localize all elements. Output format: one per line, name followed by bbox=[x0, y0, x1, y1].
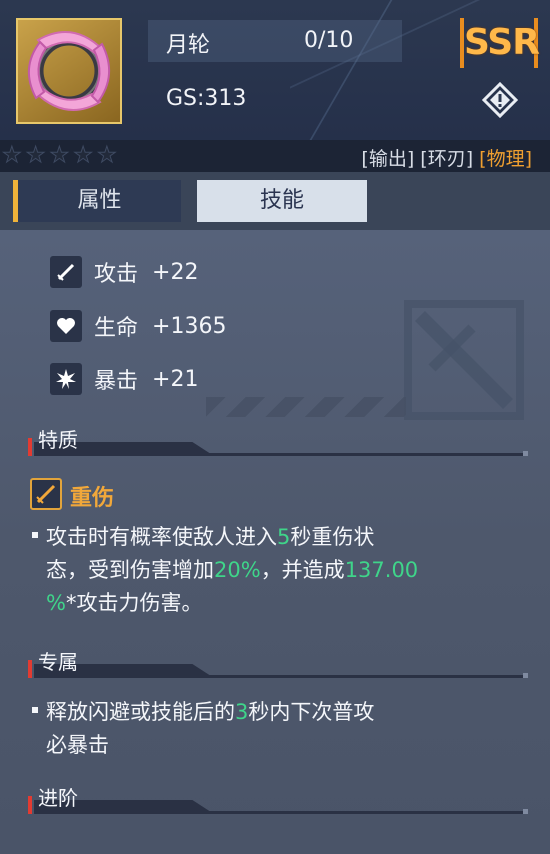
rarity-badge: SSR bbox=[460, 18, 540, 68]
info-diamond-icon[interactable] bbox=[481, 81, 519, 119]
stat-row-hp: 生命 +1365 bbox=[50, 309, 226, 343]
stat-label: 生命 bbox=[94, 316, 139, 341]
ring-blade-icon bbox=[28, 31, 111, 111]
item-tags: [输出] [环刃] [物理] bbox=[361, 144, 532, 171]
stat-label: 暴击 bbox=[94, 369, 139, 394]
trait-description: 攻击时有概率使敌人进入5秒重伤状 态，受到伤害增加20%，并造成137.00 %… bbox=[32, 521, 512, 620]
stat-row-attack: 攻击 +22 bbox=[50, 255, 198, 289]
stat-row-crit: 暴击 +21 bbox=[50, 362, 198, 396]
section-title: 特质 bbox=[38, 428, 78, 452]
star-icon: ★ bbox=[96, 143, 117, 169]
trait-name: 重伤 bbox=[70, 486, 115, 511]
tab-attributes[interactable]: 属性 bbox=[13, 180, 181, 222]
star-icon: ★ bbox=[25, 143, 46, 169]
stat-value: +1365 bbox=[152, 313, 227, 339]
section-header-advance: 进阶 bbox=[28, 786, 528, 814]
tag-physical: [物理] bbox=[479, 148, 532, 170]
stripe-decoration bbox=[206, 397, 406, 417]
sword-emblem-watermark bbox=[404, 300, 524, 420]
stat-value: +22 bbox=[152, 259, 199, 285]
exclusive-description: 释放闪避或技能后的3秒内下次普攻 必暴击 bbox=[32, 696, 512, 762]
section-title: 专属 bbox=[38, 650, 78, 674]
tag-output: [输出] bbox=[361, 148, 415, 170]
stat-label: 攻击 bbox=[94, 262, 139, 287]
item-thumbnail[interactable] bbox=[16, 18, 122, 124]
section-header-exclusive: 专属 bbox=[28, 650, 528, 678]
sword-icon bbox=[30, 478, 62, 510]
star-icon: ★ bbox=[73, 143, 94, 169]
sword-icon bbox=[50, 256, 82, 288]
section-title: 进阶 bbox=[38, 786, 78, 810]
rarity-label: SSR bbox=[464, 22, 540, 63]
star-icon: ★ bbox=[49, 143, 70, 169]
burst-icon bbox=[50, 363, 82, 395]
tab-skills[interactable]: 技能 bbox=[197, 180, 367, 222]
star-rating: ★ ★ ★ ★ ★ bbox=[2, 141, 118, 171]
item-count: 0/10 bbox=[304, 28, 354, 53]
heart-icon bbox=[50, 310, 82, 342]
tag-ring-blade: [环刃] bbox=[420, 148, 474, 170]
star-icon: ★ bbox=[2, 143, 23, 169]
section-header-trait: 特质 bbox=[28, 428, 528, 456]
stat-value: +21 bbox=[152, 366, 199, 392]
item-name: 月轮 bbox=[166, 33, 211, 58]
gear-score: GS:313 bbox=[166, 86, 247, 111]
